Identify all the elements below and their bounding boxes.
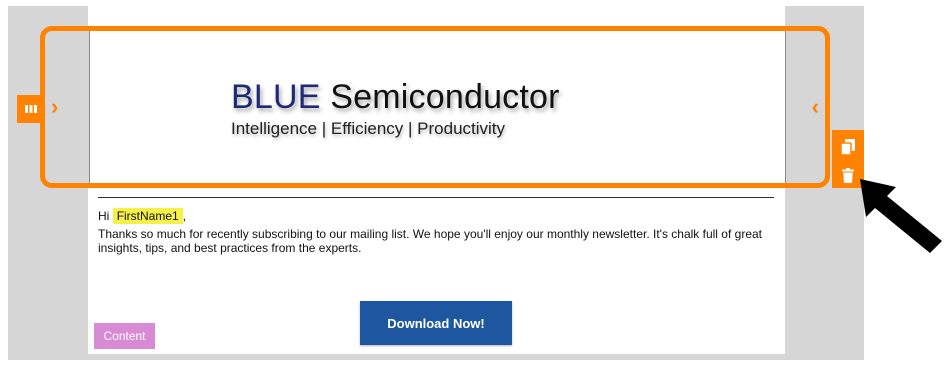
chevron-left-icon[interactable]: ‹ <box>812 96 819 118</box>
copy-icon <box>841 139 855 155</box>
merge-tag-firstname[interactable]: FirstName1 <box>112 208 183 224</box>
columns-icon <box>25 105 37 113</box>
brand-title-rest: Semiconductor <box>330 78 560 116</box>
trash-icon <box>842 167 854 183</box>
chevron-right-icon[interactable]: › <box>51 96 58 118</box>
download-now-button[interactable]: Download Now! <box>360 301 512 345</box>
divider-line <box>98 197 774 198</box>
content-block-badge[interactable]: Content <box>94 323 155 349</box>
header-content-block[interactable]: BLUE Semiconductor Intelligence | Effici… <box>89 31 786 183</box>
copy-row-button[interactable] <box>832 134 864 160</box>
greeting-prefix: Hi <box>98 209 110 223</box>
arrow-pointer-icon <box>860 179 942 253</box>
greeting-line: Hi FirstName1, <box>98 208 187 224</box>
greeting-suffix: , <box>182 209 187 223</box>
intro-paragraph[interactable]: Thanks so much for recently subscribing … <box>98 227 778 255</box>
row-drag-handle[interactable] <box>17 95 45 123</box>
brand-tagline: Intelligence | Efficiency | Productivity <box>231 119 506 138</box>
brand-title-blue: BLUE <box>231 78 321 116</box>
brand-title: BLUE Semiconductor <box>231 78 560 117</box>
selected-header-row[interactable]: › BLUE Semiconductor Intelligence | Effi… <box>40 26 830 188</box>
